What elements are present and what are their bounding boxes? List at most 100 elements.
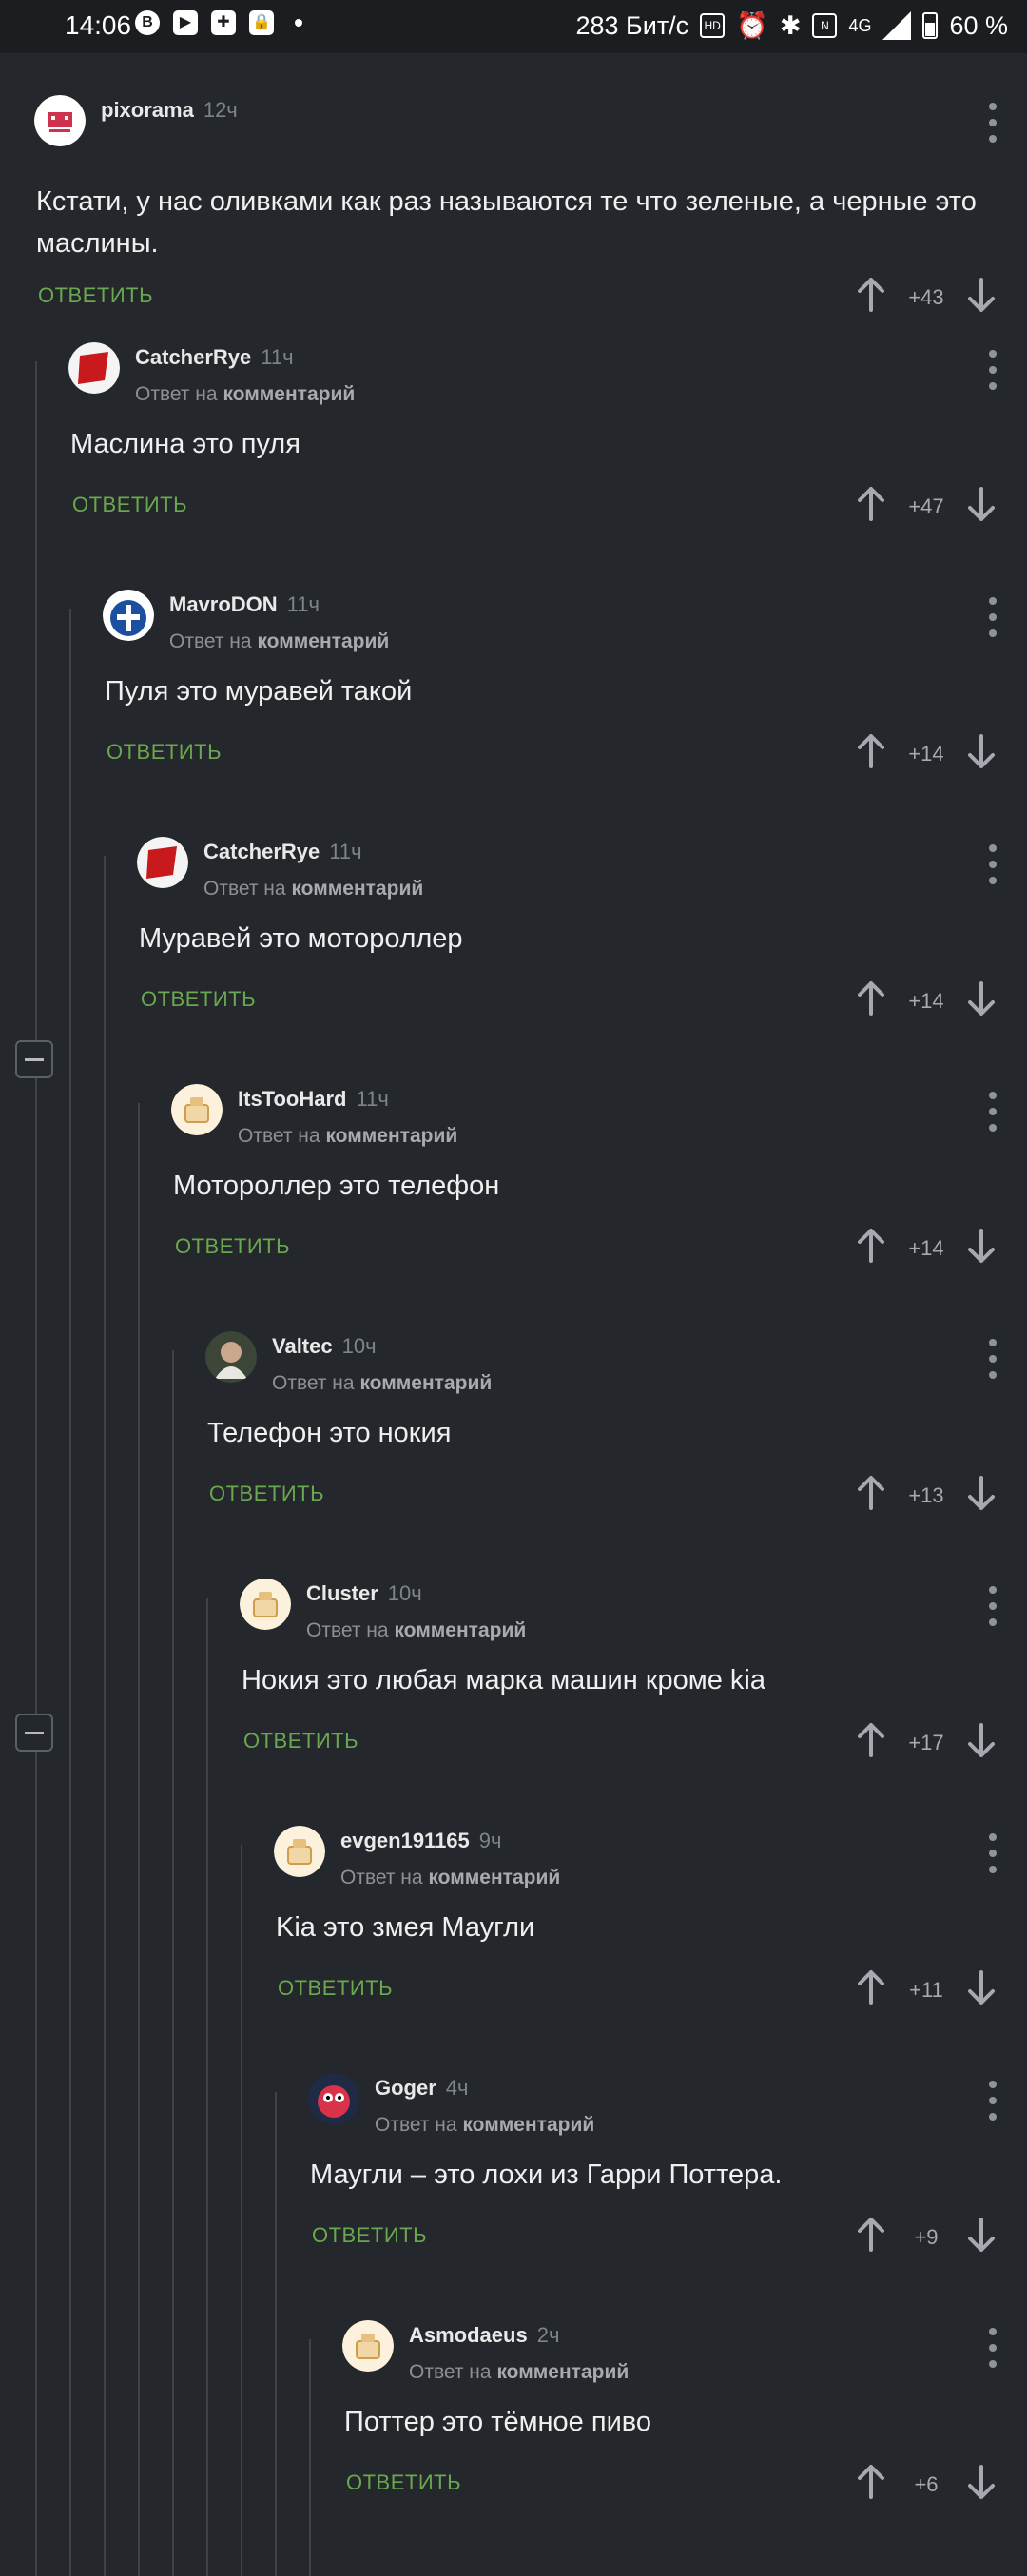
avatar[interactable] [103, 590, 154, 641]
reply-button[interactable]: ОТВЕТИТЬ [278, 1976, 393, 2001]
comment: ItsTooHard 11ч Ответ на комментарий Моторол… [0, 1084, 1027, 1331]
author-name[interactable]: CatcherRye 11ч [135, 345, 294, 370]
comment-time: 11ч [286, 592, 320, 616]
avatar[interactable] [205, 1331, 257, 1383]
comment-text: Kia это змея Маугли [276, 1912, 535, 1943]
author-name[interactable]: evgen191165 9ч [340, 1829, 501, 1853]
network-type: 4G [848, 15, 872, 35]
reply-to-label[interactable]: Ответ на комментарий [409, 2361, 629, 2384]
author-name[interactable]: ItsTooHard 11ч [238, 1087, 389, 1112]
reply-button[interactable]: ОТВЕТИТЬ [243, 1729, 358, 1753]
reply-to-label[interactable]: Ответ на комментарий [203, 878, 423, 901]
downvote-icon[interactable] [964, 2463, 998, 2506]
reply-to-label[interactable]: Ответ на комментарий [306, 1619, 526, 1642]
upvote-icon[interactable] [854, 1474, 888, 1517]
score: +13 [908, 1482, 944, 1507]
upvote-icon[interactable] [854, 979, 888, 1022]
downvote-icon[interactable] [964, 276, 998, 319]
downvote-icon[interactable] [964, 1474, 998, 1517]
more-options-icon[interactable] [987, 1339, 998, 1379]
reply-button[interactable]: ОТВЕТИТЬ [72, 493, 187, 517]
upvote-icon[interactable] [854, 1227, 888, 1269]
upvote-icon[interactable] [854, 2463, 888, 2506]
score: +6 [914, 2471, 939, 2496]
comment-text: Поттер это тёмное пиво [344, 2407, 651, 2437]
more-options-icon[interactable] [987, 2081, 998, 2121]
downvote-icon[interactable] [964, 485, 998, 528]
score: +47 [908, 494, 944, 518]
comment-text: Нокия это любая марка машин кроме kia [242, 1665, 765, 1695]
avatar[interactable] [308, 2073, 359, 2124]
upvote-icon[interactable] [854, 276, 888, 319]
author-name[interactable]: CatcherRye 11ч [203, 840, 362, 864]
downvote-icon[interactable] [964, 1968, 998, 2011]
reply-button[interactable]: ОТВЕТИТЬ [141, 987, 256, 1012]
reply-button[interactable]: ОТВЕТИТЬ [312, 2223, 427, 2248]
comment: CatcherRye 11ч Ответ на комментарий Муравей… [0, 837, 1027, 1084]
reply-to-label[interactable]: Ответ на комментарий [135, 383, 355, 406]
upvote-icon[interactable] [854, 485, 888, 528]
more-options-icon[interactable] [987, 1586, 998, 1626]
avatar[interactable] [240, 1579, 291, 1630]
more-options-icon[interactable] [987, 844, 998, 884]
upvote-icon[interactable] [854, 1968, 888, 2011]
upvote-icon[interactable] [854, 732, 888, 775]
author-name[interactable]: Asmodaeus 2ч [409, 2323, 559, 2348]
comment-time: 10ч [341, 1334, 377, 1358]
status-right: 283 Бит/с HD ⏰ ✱ N 4G 60 % [575, 10, 1008, 41]
lock-icon: 🔒 [249, 10, 274, 35]
reply-to-label[interactable]: Ответ на комментарий [169, 630, 389, 653]
reply-to-label[interactable]: Ответ на комментарий [272, 1372, 492, 1395]
downvote-icon[interactable] [964, 1721, 998, 1764]
score: +14 [908, 988, 944, 1013]
notification-icons: B ▶ ✚ 🔒 [135, 10, 302, 35]
score: +14 [908, 741, 944, 765]
vote-controls: +6 [854, 2463, 998, 2506]
reply-to-label[interactable]: Ответ на комментарий [340, 1867, 560, 1889]
comment: MavroDON 11ч Ответ на комментарий Пуля это … [0, 590, 1027, 837]
avatar[interactable] [342, 2320, 394, 2372]
more-options-icon[interactable] [987, 1092, 998, 1132]
author-name[interactable]: Cluster 10ч [306, 1581, 422, 1606]
downvote-icon[interactable] [964, 1227, 998, 1269]
avatar[interactable] [68, 342, 120, 394]
author-name[interactable]: pixorama 12ч [101, 98, 238, 123]
comment-time: 2ч [536, 2323, 560, 2347]
reply-to-label[interactable]: Ответ на комментарий [238, 1125, 457, 1148]
reply-button[interactable]: ОТВЕТИТЬ [107, 740, 222, 765]
comment-time: 12ч [203, 98, 238, 122]
author-name[interactable]: MavroDON 11ч [169, 592, 320, 617]
author-name[interactable]: Goger 4ч [375, 2076, 469, 2101]
more-options-icon[interactable] [987, 103, 998, 143]
reply-button[interactable]: ОТВЕТИТЬ [38, 283, 153, 308]
downvote-icon[interactable] [964, 979, 998, 1022]
more-options-icon[interactable] [987, 350, 998, 390]
score: +14 [908, 1235, 944, 1260]
reply-button[interactable]: ОТВЕТИТЬ [346, 2470, 461, 2495]
score: +17 [908, 1730, 944, 1754]
downvote-icon[interactable] [964, 732, 998, 775]
author-name[interactable]: Valtec 10ч [272, 1334, 377, 1359]
downvote-icon[interactable] [964, 2216, 998, 2258]
reply-button[interactable]: ОТВЕТИТЬ [209, 1482, 324, 1506]
b-icon: B [135, 10, 160, 35]
nfc-icon: N [812, 13, 838, 38]
upvote-icon[interactable] [854, 1721, 888, 1764]
battery-icon [922, 12, 939, 39]
comment-text: Пуля это муравей такой [105, 676, 413, 707]
upvote-icon[interactable] [854, 2216, 888, 2258]
vote-controls: +43 [854, 276, 998, 319]
reply-to-label[interactable]: Ответ на комментарий [375, 2114, 594, 2137]
more-options-icon[interactable] [987, 1833, 998, 1873]
avatar[interactable] [171, 1084, 223, 1135]
comment-time: 4ч [445, 2076, 469, 2100]
reply-button[interactable]: ОТВЕТИТЬ [175, 1234, 290, 1259]
more-options-icon[interactable] [987, 597, 998, 637]
avatar[interactable] [274, 1826, 325, 1877]
more-options-icon[interactable] [987, 2328, 998, 2368]
youtube-icon: ▶ [173, 10, 198, 35]
avatar[interactable] [137, 837, 188, 888]
puzzle-icon: ✚ [211, 10, 236, 35]
comment-text: Маслина это пуля [70, 429, 300, 459]
avatar[interactable] [34, 95, 86, 146]
